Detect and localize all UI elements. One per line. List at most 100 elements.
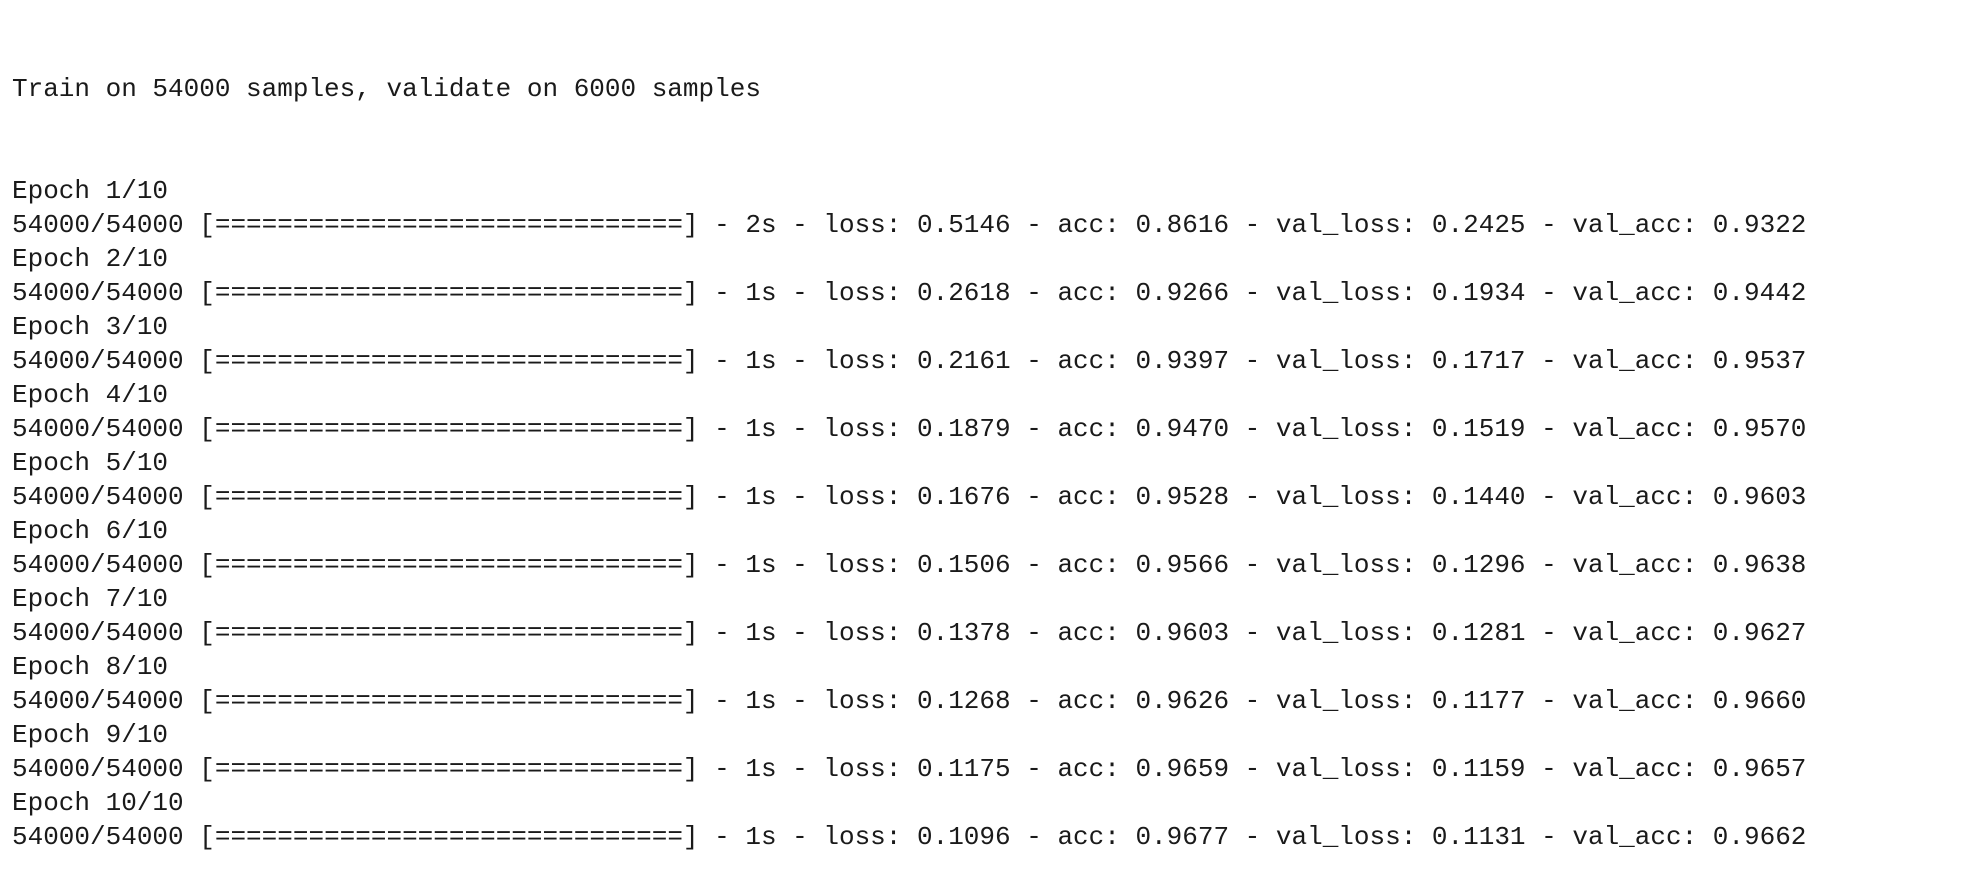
- loss-value: 0.1879: [917, 414, 1011, 444]
- val-loss-label: val_loss:: [1275, 482, 1432, 512]
- separator: -: [1525, 210, 1573, 240]
- separator: -: [698, 686, 746, 716]
- separator: -: [776, 686, 824, 716]
- val-acc-label: val_acc:: [1572, 210, 1713, 240]
- sample-count: 54000/54000: [12, 754, 184, 784]
- epoch-label: Epoch 1/10: [12, 176, 169, 206]
- separator: -: [1229, 346, 1276, 376]
- epoch-label-line: Epoch 6/10: [12, 514, 1952, 548]
- epoch-label-line: Epoch 4/10: [12, 378, 1952, 412]
- separator: -: [1525, 618, 1573, 648]
- separator: -: [1229, 686, 1276, 716]
- progress-bar: [==============================]: [199, 210, 699, 240]
- separator: -: [698, 618, 746, 648]
- separator: -: [776, 210, 824, 240]
- epoch-stats-line: 54000/54000 [===========================…: [12, 548, 1952, 582]
- epoch-label-line: Epoch 2/10: [12, 242, 1952, 276]
- text-space: [184, 346, 200, 376]
- epoch-label: Epoch 8/10: [12, 652, 169, 682]
- separator: -: [776, 278, 824, 308]
- val-loss-value: 0.1440: [1431, 482, 1526, 512]
- val-acc-label: val_acc:: [1572, 414, 1713, 444]
- loss-label: loss:: [823, 754, 917, 784]
- val-acc-label: val_acc:: [1572, 482, 1713, 512]
- separator: -: [776, 550, 824, 580]
- separator: -: [1525, 686, 1573, 716]
- text-space: [184, 210, 200, 240]
- separator: -: [698, 482, 746, 512]
- val-loss-value: 0.1717: [1431, 346, 1526, 376]
- epoch-stats-line: 54000/54000 [===========================…: [12, 412, 1952, 446]
- val-loss-value: 0.1159: [1431, 754, 1526, 784]
- val-loss-label: val_loss:: [1275, 618, 1432, 648]
- progress-bar: [==============================]: [199, 822, 699, 852]
- val-loss-label: val_loss:: [1275, 686, 1432, 716]
- epoch-time: 2s: [745, 210, 777, 240]
- val-loss-label: val_loss:: [1275, 414, 1432, 444]
- separator: -: [698, 414, 746, 444]
- val-loss-label: val_loss:: [1275, 550, 1432, 580]
- separator: -: [776, 822, 824, 852]
- progress-bar: [==============================]: [199, 346, 699, 376]
- separator: -: [1229, 414, 1276, 444]
- epoch-time: 1s: [745, 686, 777, 716]
- val-loss-label: val_loss:: [1275, 278, 1432, 308]
- epoch-time: 1s: [745, 550, 777, 580]
- val-acc-value: 0.9537: [1712, 346, 1807, 376]
- loss-label: loss:: [823, 414, 917, 444]
- separator: -: [1010, 550, 1058, 580]
- val-acc-value: 0.9660: [1712, 686, 1807, 716]
- acc-label: acc:: [1057, 618, 1136, 648]
- text-space: [184, 482, 200, 512]
- log-header: Train on 54000 samples, validate on 6000…: [12, 72, 1952, 106]
- acc-value: 0.9626: [1135, 686, 1230, 716]
- acc-value: 0.9528: [1135, 482, 1230, 512]
- loss-label: loss:: [823, 278, 917, 308]
- sample-count: 54000/54000: [12, 550, 184, 580]
- epoch-stats-line: 54000/54000 [===========================…: [12, 684, 1952, 718]
- separator: -: [1525, 346, 1573, 376]
- separator: -: [1010, 822, 1058, 852]
- val-loss-label: val_loss:: [1275, 822, 1432, 852]
- loss-label: loss:: [823, 210, 917, 240]
- val-loss-value: 0.1519: [1431, 414, 1526, 444]
- separator: -: [1525, 278, 1573, 308]
- sample-count: 54000/54000: [12, 278, 184, 308]
- epoch-label: Epoch 10/10: [12, 788, 184, 818]
- val-loss-value: 0.1934: [1431, 278, 1526, 308]
- separator: -: [1229, 278, 1276, 308]
- text-space: [184, 550, 200, 580]
- val-acc-label: val_acc:: [1572, 278, 1713, 308]
- sample-count: 54000/54000: [12, 822, 184, 852]
- separator: -: [1010, 210, 1058, 240]
- val-loss-value: 0.1177: [1431, 686, 1526, 716]
- separator: -: [1229, 618, 1276, 648]
- acc-label: acc:: [1057, 686, 1136, 716]
- acc-value: 0.8616: [1135, 210, 1230, 240]
- separator: -: [1229, 822, 1276, 852]
- loss-value: 0.5146: [917, 210, 1011, 240]
- loss-value: 0.1175: [917, 754, 1011, 784]
- val-acc-label: val_acc:: [1572, 618, 1713, 648]
- epoch-label-line: Epoch 8/10: [12, 650, 1952, 684]
- text-space: [184, 822, 200, 852]
- epoch-list: Epoch 1/10 54000/54000 [=================…: [12, 174, 1952, 854]
- val-acc-label: val_acc:: [1572, 686, 1713, 716]
- val-acc-value: 0.9322: [1712, 210, 1807, 240]
- acc-label: acc:: [1057, 346, 1136, 376]
- acc-value: 0.9566: [1135, 550, 1230, 580]
- epoch-time: 1s: [745, 482, 777, 512]
- epoch-time: 1s: [745, 278, 777, 308]
- val-acc-value: 0.9638: [1712, 550, 1807, 580]
- epoch-stats-line: 54000/54000 [===========================…: [12, 752, 1952, 786]
- sample-count: 54000/54000: [12, 482, 184, 512]
- val-loss-label: val_loss:: [1275, 346, 1432, 376]
- epoch-time: 1s: [745, 346, 777, 376]
- epoch-stats-line: 54000/54000 [===========================…: [12, 344, 1952, 378]
- separator: -: [1525, 822, 1573, 852]
- epoch-time: 1s: [745, 414, 777, 444]
- acc-value: 0.9677: [1135, 822, 1230, 852]
- loss-value: 0.1378: [917, 618, 1011, 648]
- separator: -: [1010, 618, 1058, 648]
- loss-value: 0.1506: [917, 550, 1011, 580]
